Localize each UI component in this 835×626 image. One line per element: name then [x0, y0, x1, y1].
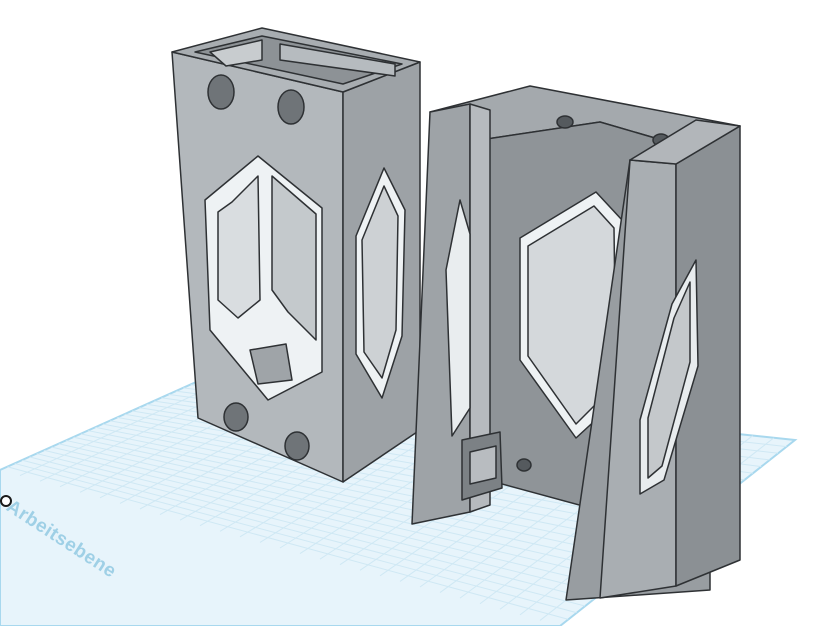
3d-viewport[interactable] [0, 0, 835, 626]
enclosure-body-left[interactable] [171, 27, 421, 483]
